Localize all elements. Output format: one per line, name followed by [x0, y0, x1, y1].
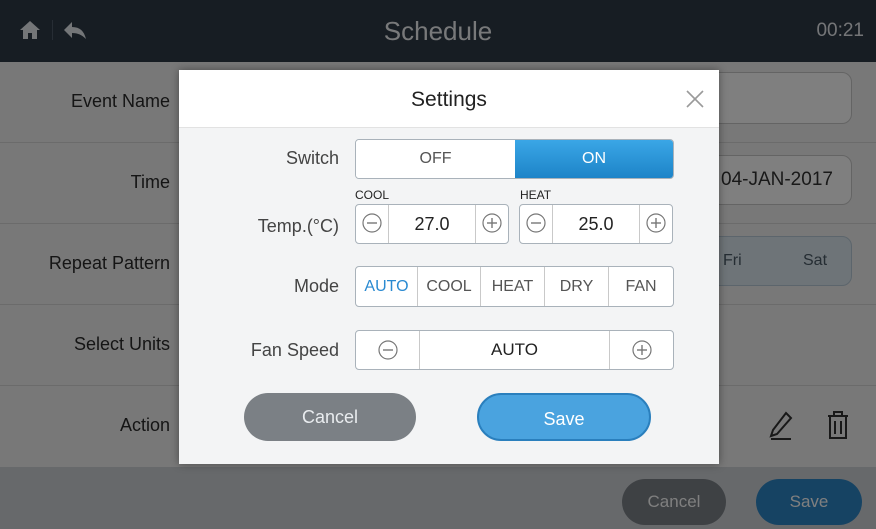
switch-label: Switch — [285, 148, 339, 168]
fan-speed-stepper: AUTO — [355, 330, 674, 370]
minus-icon[interactable] — [362, 213, 382, 233]
plus-icon[interactable] — [646, 213, 666, 233]
heat-caption: HEAT — [520, 188, 552, 202]
mode-dry[interactable]: DRY — [545, 267, 609, 306]
cool-caption: COOL — [355, 188, 390, 202]
fan-speed-value: AUTO — [491, 340, 538, 359]
switch-off-option[interactable]: OFF — [356, 140, 515, 178]
heat-temp-value: 25.0 — [552, 205, 640, 243]
mode-fan[interactable]: FAN — [609, 267, 673, 306]
dialog-header: Settings — [179, 70, 719, 128]
mode-selector: AUTO COOL HEAT DRY FAN — [355, 266, 674, 307]
switch-toggle: OFF ON — [355, 139, 674, 179]
settings-dialog: Settings Switch OFF ON COOL HEAT Temp.(°… — [179, 70, 719, 464]
cool-temp-stepper: 27.0 — [355, 204, 509, 244]
temp-label: Temp.(°C) — [257, 216, 339, 236]
switch-on-option[interactable]: ON — [515, 140, 673, 178]
minus-icon[interactable] — [526, 213, 546, 233]
fan-speed-increase-button[interactable] — [609, 331, 673, 369]
mode-label: Mode — [293, 276, 339, 296]
close-icon[interactable] — [683, 87, 707, 111]
mode-cool[interactable]: COOL — [418, 267, 481, 306]
fan-speed-decrease-button[interactable] — [356, 331, 420, 369]
minus-icon — [378, 340, 398, 360]
cancel-button[interactable]: Cancel — [244, 393, 416, 441]
heat-temp-stepper: 25.0 — [519, 204, 673, 244]
plus-icon — [632, 340, 652, 360]
plus-icon[interactable] — [482, 213, 502, 233]
dialog-title: Settings — [411, 88, 487, 111]
mode-heat[interactable]: HEAT — [481, 267, 545, 306]
mode-auto[interactable]: AUTO — [356, 267, 418, 306]
fan-speed-label: Fan Speed — [250, 340, 339, 360]
cool-temp-value: 27.0 — [388, 205, 476, 243]
save-button[interactable]: Save — [477, 393, 651, 441]
